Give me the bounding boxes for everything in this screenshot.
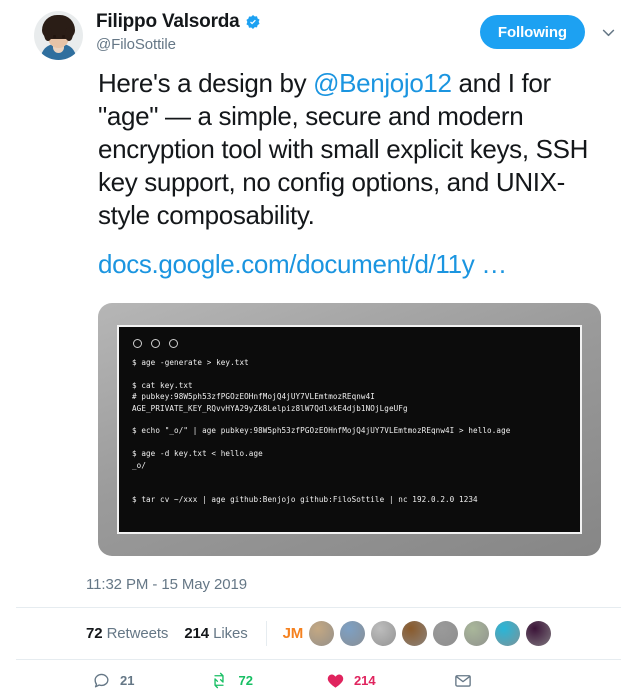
like-action[interactable]: 214 bbox=[326, 671, 376, 690]
liker-avatar-6[interactable] bbox=[464, 621, 490, 646]
profile-avatar[interactable] bbox=[34, 11, 83, 60]
avatar-eye-left bbox=[53, 35, 56, 38]
chevron-down-icon[interactable] bbox=[593, 17, 623, 47]
heart-icon bbox=[326, 671, 345, 690]
close-dot-icon[interactable] bbox=[133, 339, 142, 348]
like-count: 214 bbox=[353, 673, 376, 688]
terminal-window: $ age -generate > key.txt $ cat key.txt … bbox=[117, 325, 582, 534]
tweet-media-terminal-screenshot[interactable]: $ age -generate > key.txt $ cat key.txt … bbox=[98, 303, 601, 556]
tweet-text-part1: Here's a design by bbox=[98, 68, 314, 98]
tweet-url-link[interactable]: docs.google.com/document/d/11y … bbox=[0, 232, 637, 281]
tweet-card: Filippo Valsorda @FiloSottile Following … bbox=[0, 0, 637, 695]
avatar-eye-right bbox=[62, 35, 65, 38]
zoom-dot-icon[interactable] bbox=[169, 339, 178, 348]
terminal-window-controls bbox=[132, 337, 567, 357]
following-button[interactable]: Following bbox=[479, 15, 585, 49]
share-envelope-icon bbox=[453, 671, 473, 690]
liker-avatar-8[interactable] bbox=[526, 621, 552, 646]
display-name-row: Filippo Valsorda bbox=[96, 11, 480, 33]
share-action[interactable] bbox=[453, 671, 473, 690]
retweet-count: 72 bbox=[238, 673, 253, 688]
tweet-text: Here's a design by @Benjojo12 and I for … bbox=[0, 62, 637, 232]
retweet-action[interactable]: 72 bbox=[209, 671, 253, 690]
tweet-timestamp[interactable]: 11:32 PM - 15 May 2019 bbox=[0, 556, 637, 593]
tweet-stats: 72 Retweets 214 Likes JM bbox=[0, 608, 637, 646]
author-handle[interactable]: @FiloSottile bbox=[96, 36, 480, 53]
minimize-dot-icon[interactable] bbox=[151, 339, 160, 348]
retweets-stat[interactable]: 72 Retweets bbox=[86, 625, 168, 642]
liker-avatar-1[interactable] bbox=[309, 621, 335, 646]
liker-avatars: JM bbox=[265, 621, 552, 646]
follow-area: Following bbox=[479, 9, 623, 49]
retweets-count: 72 bbox=[86, 625, 103, 642]
author-names: Filippo Valsorda @FiloSottile bbox=[96, 9, 480, 53]
avatar-hair bbox=[42, 15, 75, 41]
likes-count: 214 bbox=[184, 625, 210, 642]
liker-initials[interactable]: JM bbox=[283, 625, 304, 642]
likes-label: Likes bbox=[213, 625, 248, 642]
liker-avatar-4[interactable] bbox=[402, 621, 428, 646]
tweet-action-bar: 21 72 214 bbox=[0, 660, 637, 690]
display-name[interactable]: Filippo Valsorda bbox=[96, 11, 240, 33]
reply-count: 21 bbox=[120, 673, 135, 688]
liker-avatar-2[interactable] bbox=[340, 621, 366, 646]
liker-avatar-5[interactable] bbox=[433, 621, 459, 646]
avatar-container[interactable] bbox=[34, 11, 83, 60]
liker-avatar-7[interactable] bbox=[495, 621, 521, 646]
reply-action[interactable]: 21 bbox=[92, 671, 134, 690]
reply-icon bbox=[92, 671, 111, 690]
terminal-text: $ age -generate > key.txt $ cat key.txt … bbox=[132, 358, 511, 504]
likes-stat[interactable]: 214 Likes bbox=[184, 625, 247, 642]
retweets-label: Retweets bbox=[106, 625, 169, 642]
tweet-header: Filippo Valsorda @FiloSottile Following bbox=[0, 0, 637, 62]
liker-avatar-3[interactable] bbox=[371, 621, 397, 646]
mention-link[interactable]: @Benjojo12 bbox=[313, 68, 452, 98]
verified-badge-icon bbox=[245, 14, 261, 30]
retweet-icon bbox=[209, 671, 229, 690]
